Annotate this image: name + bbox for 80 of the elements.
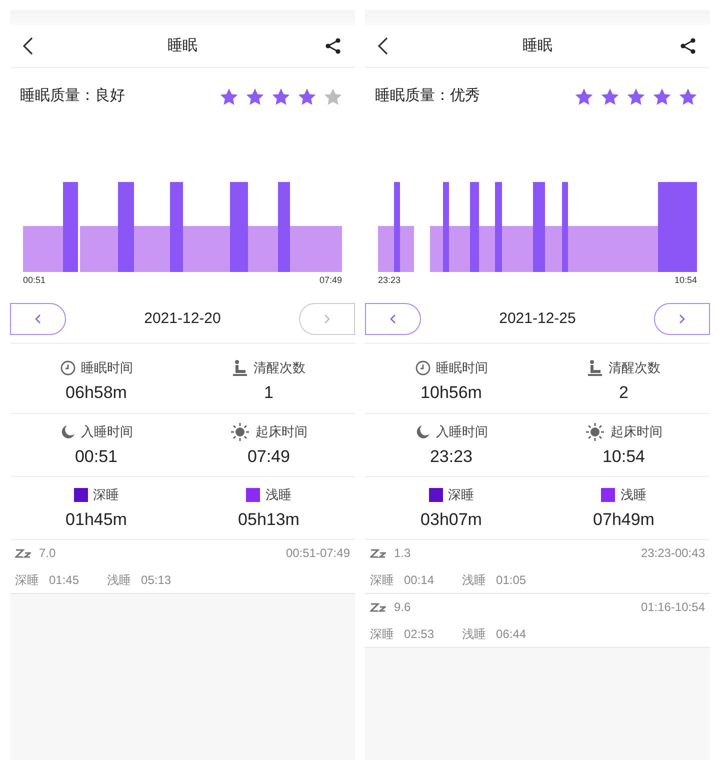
star-icon xyxy=(323,86,343,106)
stat-label: 起床时间 xyxy=(255,423,308,442)
stat-value: 10:54 xyxy=(602,446,646,468)
stat-value: 01h45m xyxy=(66,509,127,531)
light-sleep-label: 浅睡 xyxy=(462,572,486,589)
star-icon xyxy=(600,86,620,106)
next-day-button[interactable] xyxy=(654,303,710,335)
stat-value: 07:49 xyxy=(247,446,290,468)
stat-value: 03h07m xyxy=(420,509,482,531)
star-icon xyxy=(219,86,239,106)
quality-label: 睡眠质量：良好 xyxy=(20,86,125,106)
previous-day-button[interactable] xyxy=(365,303,421,335)
sun-icon xyxy=(585,422,606,442)
deep-sleep-duration: 01:45 xyxy=(49,572,80,589)
chevron-right-icon xyxy=(322,314,331,324)
star-icon xyxy=(574,86,594,106)
stat-label: 清醒次数 xyxy=(253,359,306,378)
snooze-icon xyxy=(370,602,386,612)
stat-value: 07h49m xyxy=(593,509,654,531)
light-sleep-label: 浅睡 xyxy=(107,572,132,589)
moon-icon xyxy=(414,424,431,440)
moon-icon xyxy=(60,424,76,440)
stat-value: 00:51 xyxy=(74,446,118,468)
snooze-icon xyxy=(15,548,31,558)
star-icon xyxy=(652,86,672,106)
page-title: 睡眠 xyxy=(522,36,552,56)
deep-sleep-duration: 02:53 xyxy=(404,626,434,643)
stat-value: 10h56m xyxy=(420,382,482,404)
time-range: 23:23-00:43 xyxy=(640,545,705,562)
deep-sleep-label: 深睡 xyxy=(370,572,394,589)
stat-value: 05h13m xyxy=(238,509,300,531)
clock-icon xyxy=(60,360,76,376)
start-time-label: 23:23 xyxy=(378,274,401,288)
page-title: 睡眠 xyxy=(168,36,198,56)
star-icon xyxy=(271,86,291,106)
stat-label: 入睡时间 xyxy=(80,423,133,442)
stat-label: 深睡 xyxy=(92,486,119,504)
snooze-icon xyxy=(370,548,386,558)
stat-label: 睡眠时间 xyxy=(436,359,488,378)
light-sleep-duration: 06:44 xyxy=(496,626,526,643)
stat-value: 06h58m xyxy=(66,382,127,404)
person-icon xyxy=(232,359,248,377)
stat-label: 睡眠时间 xyxy=(80,359,133,378)
stat-label: 清醒次数 xyxy=(608,359,660,378)
stat-label: 浅睡 xyxy=(620,486,646,504)
star-icon xyxy=(297,86,317,106)
person-icon xyxy=(587,359,604,377)
stat-label: 浅睡 xyxy=(265,486,292,504)
time-range: 00:51-07:49 xyxy=(286,545,350,562)
sun-icon xyxy=(230,422,250,442)
deep-sleep-duration: 00:14 xyxy=(404,572,434,589)
chevron-right-icon xyxy=(678,314,686,324)
sleep-score: 7.0 xyxy=(39,545,56,562)
sleep-score: 9.6 xyxy=(394,599,411,616)
stat-value: 1 xyxy=(264,382,274,404)
deep-sleep-label: 深睡 xyxy=(15,572,39,589)
stat-value: 23:23 xyxy=(430,446,473,468)
light-sleep-duration: 05:13 xyxy=(141,572,172,589)
stat-label: 深睡 xyxy=(448,486,474,504)
previous-day-button[interactable] xyxy=(10,303,66,335)
date-label: 2021-12-20 xyxy=(144,308,221,329)
chevron-left-icon xyxy=(389,314,397,324)
end-time-label: 07:49 xyxy=(319,274,342,288)
light-sleep-duration: 01:05 xyxy=(496,572,526,589)
stat-label: 起床时间 xyxy=(610,423,662,442)
quality-label: 睡眠质量：优秀 xyxy=(375,86,480,106)
sleep-score: 1.3 xyxy=(394,545,411,562)
star-icon xyxy=(678,86,698,106)
clock-icon xyxy=(414,360,431,376)
star-icon xyxy=(626,86,646,106)
start-time-label: 00:51 xyxy=(23,274,46,288)
end-time-label: 10:54 xyxy=(674,274,697,288)
stat-label: 入睡时间 xyxy=(436,423,488,442)
time-range: 01:16-10:54 xyxy=(640,599,705,616)
date-label: 2021-12-25 xyxy=(499,308,576,329)
chevron-left-icon xyxy=(34,314,42,324)
star-icon xyxy=(245,86,265,106)
light-sleep-label: 浅睡 xyxy=(462,626,486,643)
stat-value: 2 xyxy=(619,382,628,404)
deep-sleep-label: 深睡 xyxy=(370,626,394,643)
